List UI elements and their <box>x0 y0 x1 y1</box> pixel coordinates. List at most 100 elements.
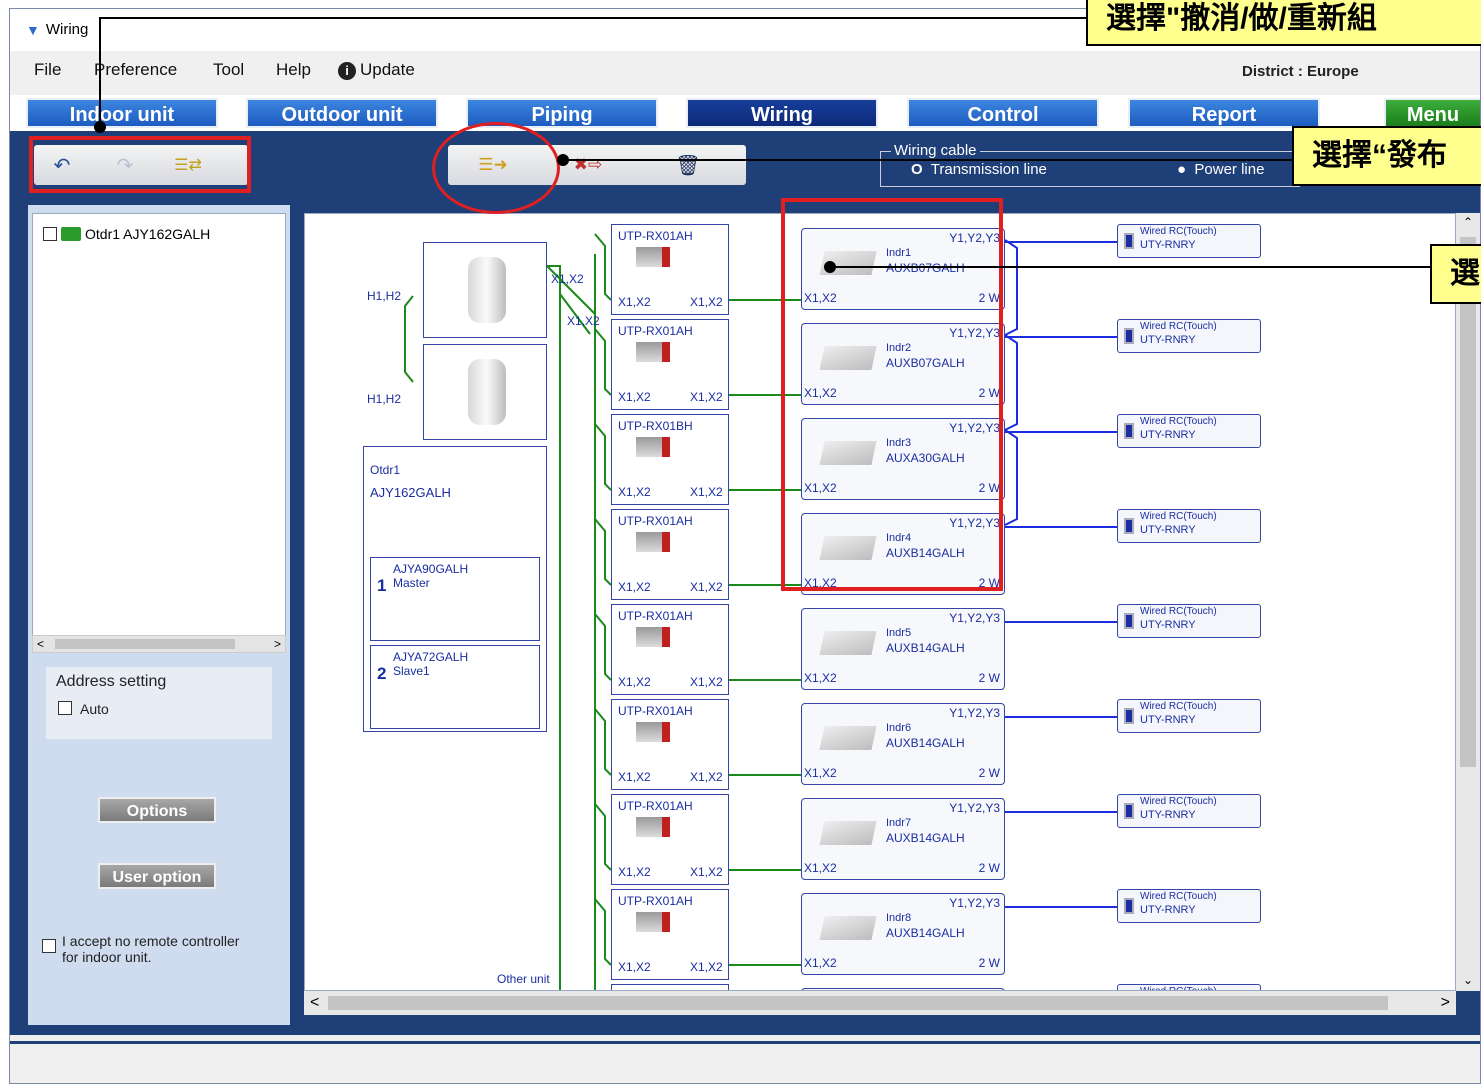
indoor-unit-node[interactable]: Indr8 AUXB14GALH Y1,Y2,Y3 X1,X2 2 W <box>801 893 1005 975</box>
indoor-unit-node[interactable]: Indr6 AUXB14GALH Y1,Y2,Y3 X1,X2 2 W <box>801 703 1005 785</box>
outdoor-unit-tree[interactable]: Otdr1 AJY162GALH <box>32 213 286 653</box>
scroll-up-icon[interactable]: ⌃ <box>1463 215 1473 229</box>
adapter-x1x2-b: X1,X2 <box>690 295 723 309</box>
cassette-unit-icon <box>819 821 877 845</box>
tab-outdoor-unit[interactable]: Outdoor unit <box>246 98 438 128</box>
cassette-unit-icon <box>819 726 877 750</box>
remote-model: UTY-RNRY <box>1140 429 1196 441</box>
adapter-node[interactable]: UTP-RX01AH X1,X2 X1,X2 <box>611 319 729 410</box>
delete-button[interactable]: 🗑 <box>638 147 738 183</box>
tree-item-label: Otdr1 AJY162GALH <box>85 226 211 242</box>
callout-undo-redo: 選擇"撤消/做/重新組 <box>1086 0 1481 46</box>
adapter-node[interactable]: UTP-RX01AH <box>611 984 729 990</box>
adapter-icon <box>636 627 670 647</box>
adapter-node[interactable]: UTP-RX01AH X1,X2 X1,X2 <box>611 699 729 790</box>
tree-item-checkbox[interactable] <box>43 227 57 241</box>
indoor-group-link <box>1004 239 1018 336</box>
address-setting: Address setting Auto <box>46 667 272 739</box>
outdoor-unit-2[interactable] <box>423 344 547 440</box>
adapter-model: UTP-RX01AH <box>618 799 693 813</box>
menu-tool[interactable]: Tool <box>213 60 244 80</box>
adapter-node[interactable]: UTP-RX01BH X1,X2 X1,X2 <box>611 414 729 505</box>
transmission-line-radio[interactable]: O Transmission line <box>911 161 1047 178</box>
tab-indoor-unit[interactable]: Indoor unit <box>26 98 218 128</box>
tab-wiring[interactable]: Wiring <box>686 98 878 128</box>
callout-publish: 選擇“發布 <box>1292 126 1481 186</box>
scroll-thumb[interactable] <box>1460 237 1476 767</box>
menu-help[interactable]: Help <box>276 60 311 80</box>
outdoor-module-slave[interactable]: 2 AJYA72GALH Slave1 <box>370 645 540 729</box>
menu-update[interactable]: i Update <box>338 60 415 80</box>
indoor-y-terminal: Y1,Y2,Y3 <box>949 706 1000 720</box>
adapter-x1x2-a: X1,X2 <box>618 580 651 594</box>
adapter-model: UTP-RX01AH <box>618 324 693 338</box>
adapter-node[interactable]: UTP-RX01AH X1,X2 X1,X2 <box>611 224 729 315</box>
indoor-y-terminal: Y1,Y2,Y3 <box>949 896 1000 910</box>
district-label: District : Europe <box>1242 63 1359 80</box>
scroll-down-icon[interactable]: ⌄ <box>1463 973 1473 987</box>
auto-checkbox[interactable]: Auto <box>58 701 109 717</box>
diagram-vscroll[interactable]: ⌃ ⌄ <box>1456 213 1480 991</box>
diagram-hscroll[interactable]: < > <box>304 991 1456 1015</box>
tree-hscroll[interactable]: < > <box>32 635 286 653</box>
adapter-x1x2-a: X1,X2 <box>618 770 651 784</box>
adapter-x1x2-a: X1,X2 <box>618 390 651 404</box>
other-unit-label: Other unit <box>497 972 550 986</box>
outdoor-module-master[interactable]: 1 AJYA90GALH Master <box>370 557 540 641</box>
wiring-cable-group: Wiring cable O Transmission line ● Power… <box>880 142 1300 187</box>
adapter-model: UTP-RX01AH <box>618 609 693 623</box>
adapter-node[interactable]: UTP-RX01AH X1,X2 X1,X2 <box>611 889 729 980</box>
outdoor-system-box[interactable]: Otdr1 AJY162GALH 1 AJYA90GALH Master 2 A… <box>363 446 547 732</box>
scroll-thumb[interactable] <box>328 996 1388 1010</box>
remote-icon <box>1124 233 1134 249</box>
remote-controller-node[interactable]: Wired RC(Touch)UTY-RNRY <box>1117 414 1261 448</box>
adapter-node[interactable]: UTP-RX01AH X1,X2 X1,X2 <box>611 794 729 885</box>
tree-item[interactable]: Otdr1 AJY162GALH <box>43 226 210 242</box>
outdoor-unit-icon <box>468 359 506 425</box>
menu-preference[interactable]: Preference <box>94 60 177 80</box>
adapter-x1x2-a: X1,X2 <box>618 675 651 689</box>
h1h2-label: H1,H2 <box>367 289 402 303</box>
tab-control[interactable]: Control <box>907 98 1099 128</box>
adapter-x1x2-b: X1,X2 <box>690 770 723 784</box>
remote-controller-node[interactable]: Wired RC(Touch)UTY-RNRY <box>1117 224 1261 258</box>
tab-report[interactable]: Report <box>1128 98 1320 128</box>
indoor-y-terminal: Y1,Y2,Y3 <box>949 611 1000 625</box>
scroll-right-icon[interactable]: > <box>1441 994 1450 1012</box>
adapter-x1x2-b: X1,X2 <box>690 580 723 594</box>
module-role: Master <box>393 576 430 590</box>
address-setting-label: Address setting <box>56 673 167 690</box>
user-option-button[interactable]: User option <box>98 863 216 889</box>
outdoor-unit-1[interactable] <box>423 242 547 338</box>
accept-checkbox[interactable] <box>42 939 56 953</box>
scroll-thumb[interactable] <box>55 639 235 649</box>
remote-type: Wired RC(Touch) <box>1140 701 1217 712</box>
power-line-radio[interactable]: ● Power line <box>1177 161 1264 178</box>
adapter-node[interactable]: UTP-RX01AH X1,X2 X1,X2 <box>611 509 729 600</box>
remote-controller-node[interactable]: Wired RC(Touch)UTY-RNRY <box>1117 319 1261 353</box>
indoor-model: AUXB14GALH <box>886 926 965 940</box>
scroll-right-icon[interactable]: > <box>274 637 281 651</box>
scroll-left-icon[interactable]: < <box>310 994 319 1012</box>
adapter-node[interactable]: UTP-RX01AH X1,X2 X1,X2 <box>611 604 729 695</box>
remote-controller-node[interactable]: Wired RC(Touch)UTY-RNRY <box>1117 604 1261 638</box>
adapter-icon <box>636 437 670 457</box>
menu-file[interactable]: File <box>34 60 61 80</box>
indoor-unit-node[interactable]: Indr5 AUXB14GALH Y1,Y2,Y3 X1,X2 2 W <box>801 608 1005 690</box>
remote-controller-node[interactable]: Wired RC(Touch)UTY-RNRY <box>1117 794 1261 828</box>
indoor-unit-node[interactable]: Indr7 AUXB14GALH Y1,Y2,Y3 X1,X2 2 W <box>801 798 1005 880</box>
adapter-bus-link <box>594 328 612 396</box>
status-bar <box>10 1041 1480 1083</box>
remote-icon <box>1124 423 1134 439</box>
remote-controller-node[interactable]: Wired RC(Touch)UTY-RNRY <box>1117 509 1261 543</box>
remote-controller-node[interactable]: Wired RC(Touch)UTY-RNRY <box>1117 889 1261 923</box>
scroll-left-icon[interactable]: < <box>37 637 44 651</box>
callout-select: 選 <box>1430 244 1481 304</box>
no-remote-controller-option[interactable]: I accept no remote controller for indoor … <box>42 933 239 965</box>
auto-checkbox-box[interactable] <box>58 701 72 715</box>
tab-menu[interactable]: Menu <box>1384 98 1480 128</box>
adapter-bus-link <box>594 613 612 681</box>
remote-controller-node[interactable]: Wired RC(Touch)UTY-RNRY <box>1117 984 1261 990</box>
options-button[interactable]: Options <box>98 797 216 823</box>
remote-controller-node[interactable]: Wired RC(Touch)UTY-RNRY <box>1117 699 1261 733</box>
